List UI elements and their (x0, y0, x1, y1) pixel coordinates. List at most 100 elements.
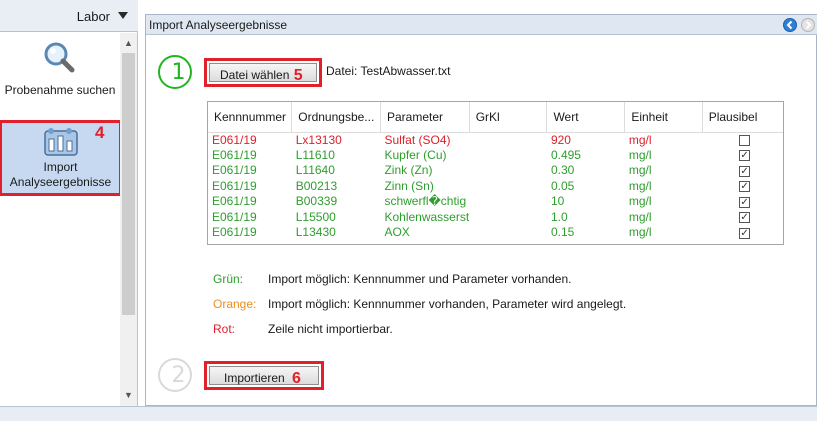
sidebar-item-label: Import Analyseergebnisse (9, 160, 112, 189)
cell-plausibel: ✓ (702, 148, 783, 164)
results-table[interactable]: Kennnummer Ordnungsbe... Parameter GrKl … (207, 101, 784, 245)
sidebar: Labor Probenahme suchen 4 Import Analyse… (0, 0, 138, 406)
cell-parameter: Kohlenwasserst (384, 209, 470, 224)
plausibel-checkbox[interactable]: ✓ (739, 227, 751, 239)
cell-wert: 0.495 (550, 147, 581, 162)
cell-parameter: schwerfl�chtig (384, 194, 467, 209)
plausibel-checkbox[interactable]: ✓ (739, 212, 751, 224)
plausibel-checkbox[interactable]: ✓ (739, 181, 751, 193)
back-icon[interactable] (783, 18, 797, 32)
scroll-down-icon[interactable]: ▼ (124, 390, 133, 400)
chevron-down-icon[interactable] (118, 12, 128, 19)
table-row[interactable]: E061/19 B00339 schwerfl�chtig 10 mg/l ✓ (208, 194, 783, 210)
cell-plausibel: ✓ (702, 179, 783, 195)
col-ordnungsbegriff[interactable]: Ordnungsbe... (291, 102, 381, 133)
col-grkl[interactable]: GrKl (469, 102, 548, 133)
scroll-thumb[interactable] (122, 53, 135, 315)
cell-parameter: Kupfer (Cu) (384, 147, 447, 162)
cell-grkl (469, 194, 547, 210)
step-marker-6: 6 (292, 370, 301, 387)
cell-wert: 920 (550, 132, 571, 147)
col-plausibel[interactable]: Plausibel (702, 102, 783, 133)
cell-kennnummer: E061/19 (212, 209, 257, 224)
cell-kennnummer: E061/19 (212, 178, 257, 193)
sidebar-item-probenahme[interactable]: Probenahme suchen (0, 38, 120, 116)
step-1-marker: ① 1 (158, 55, 192, 89)
cell-kennnummer: E061/19 (212, 163, 257, 178)
cell-ordnungsbegriff: L13430 (295, 225, 336, 240)
cell-grkl (469, 132, 547, 148)
cell-grkl (469, 148, 547, 164)
table-row[interactable]: E061/19 L11610 Kupfer (Cu) 0.495 mg/l ✓ (208, 148, 783, 164)
cell-einheit: mg/l (628, 225, 652, 240)
choose-file-button[interactable]: Datei wählen 5 (209, 63, 317, 84)
cell-plausibel (702, 132, 783, 148)
cell-parameter: Zinn (Sn) (384, 178, 434, 193)
cell-wert: 0.15 (550, 225, 575, 240)
cell-kennnummer: E061/19 (212, 194, 257, 209)
sidebar-scrollbar[interactable]: ▲ ▼ (120, 33, 137, 406)
cell-ordnungsbegriff: L11610 (295, 147, 335, 162)
import-lab-icon (44, 128, 78, 156)
plausibel-checkbox[interactable]: ✓ (739, 150, 751, 162)
cell-plausibel: ✓ (702, 210, 783, 226)
sidebar-item-import[interactable]: 4 Import Analyseergebnisse (0, 120, 122, 196)
cell-einheit: mg/l (628, 163, 652, 178)
step-2-marker: ② 2 (158, 358, 192, 392)
legend-text: Import möglich: Kennnummer vorhanden, Pa… (268, 297, 627, 311)
table-row[interactable]: E061/19 L11640 Zink (Zn) 0.30 mg/l ✓ (208, 163, 783, 179)
col-kennnummer[interactable]: Kennnummer (208, 102, 293, 133)
file-label: Datei: TestAbwasser.txt (326, 64, 451, 78)
sidebar-header[interactable]: Labor (0, 0, 138, 32)
table-row[interactable]: E061/19 L13430 AOX 0.15 mg/l ✓ (208, 225, 783, 241)
plausibel-checkbox[interactable]: ✓ (739, 165, 751, 177)
legend-key: Grün: (213, 272, 244, 286)
cell-plausibel: ✓ (702, 225, 783, 241)
cell-wert: 10 (550, 194, 565, 209)
col-parameter[interactable]: Parameter (380, 102, 470, 133)
cell-ordnungsbegriff: B00339 (295, 194, 338, 209)
forward-icon[interactable] (801, 18, 815, 32)
cell-einheit: mg/l (628, 132, 652, 147)
step-marker-5: 5 (293, 67, 303, 84)
cell-grkl (469, 210, 547, 226)
cell-grkl (469, 179, 547, 195)
legend-text: Zeile nicht importierbar. (268, 322, 393, 336)
cell-wert: 1.0 (550, 209, 568, 224)
choose-file-label: Datei wählen (220, 68, 290, 82)
cell-kennnummer: E061/19 (212, 147, 257, 162)
plausibel-checkbox[interactable] (739, 134, 751, 146)
cell-einheit: mg/l (628, 209, 652, 224)
main-header: Import Analyseergebnisse (146, 15, 817, 35)
cell-plausibel: ✓ (702, 194, 783, 210)
status-bar (0, 406, 817, 421)
cell-parameter: AOX (384, 225, 410, 240)
scroll-up-icon[interactable]: ▲ (124, 38, 133, 48)
import-button[interactable]: Importieren 6 (209, 366, 319, 387)
cell-kennnummer: E061/19 (212, 132, 257, 147)
choose-file-button-frame: Datei wählen 5 (204, 58, 322, 87)
cell-wert: 0.05 (550, 178, 575, 193)
sidebar-item-label: Probenahme suchen (4, 83, 116, 97)
table-row[interactable]: E061/19 B00213 Zinn (Sn) 0.05 mg/l ✓ (208, 179, 783, 195)
page-title: Import Analyseergebnisse (149, 18, 288, 32)
cell-einheit: mg/l (628, 147, 652, 162)
legend-key: Rot: (213, 322, 236, 336)
cell-ordnungsbegriff: L15500 (295, 209, 336, 224)
cell-plausibel: ✓ (702, 163, 783, 179)
cell-einheit: mg/l (628, 194, 652, 209)
table-header: Kennnummer Ordnungsbe... Parameter GrKl … (208, 102, 783, 133)
cell-kennnummer: E061/19 (212, 225, 257, 240)
import-button-frame: Importieren 6 (204, 361, 324, 390)
cell-parameter: Sulfat (SO4) (384, 132, 451, 147)
cell-ordnungsbegriff: L11640 (295, 163, 335, 178)
cell-grkl (469, 163, 547, 179)
table-row[interactable]: E061/19 L15500 Kohlenwasserst 1.0 mg/l ✓ (208, 210, 783, 226)
import-label: Importieren (224, 371, 285, 385)
cell-parameter: Zink (Zn) (384, 163, 433, 178)
table-row[interactable]: E061/19 Lx13130 Sulfat (SO4) 920 mg/l (208, 132, 783, 148)
plausibel-checkbox[interactable]: ✓ (739, 196, 751, 208)
cell-ordnungsbegriff: Lx13130 (295, 132, 342, 147)
col-einheit[interactable]: Einheit (624, 102, 703, 133)
col-wert[interactable]: Wert (546, 102, 626, 133)
